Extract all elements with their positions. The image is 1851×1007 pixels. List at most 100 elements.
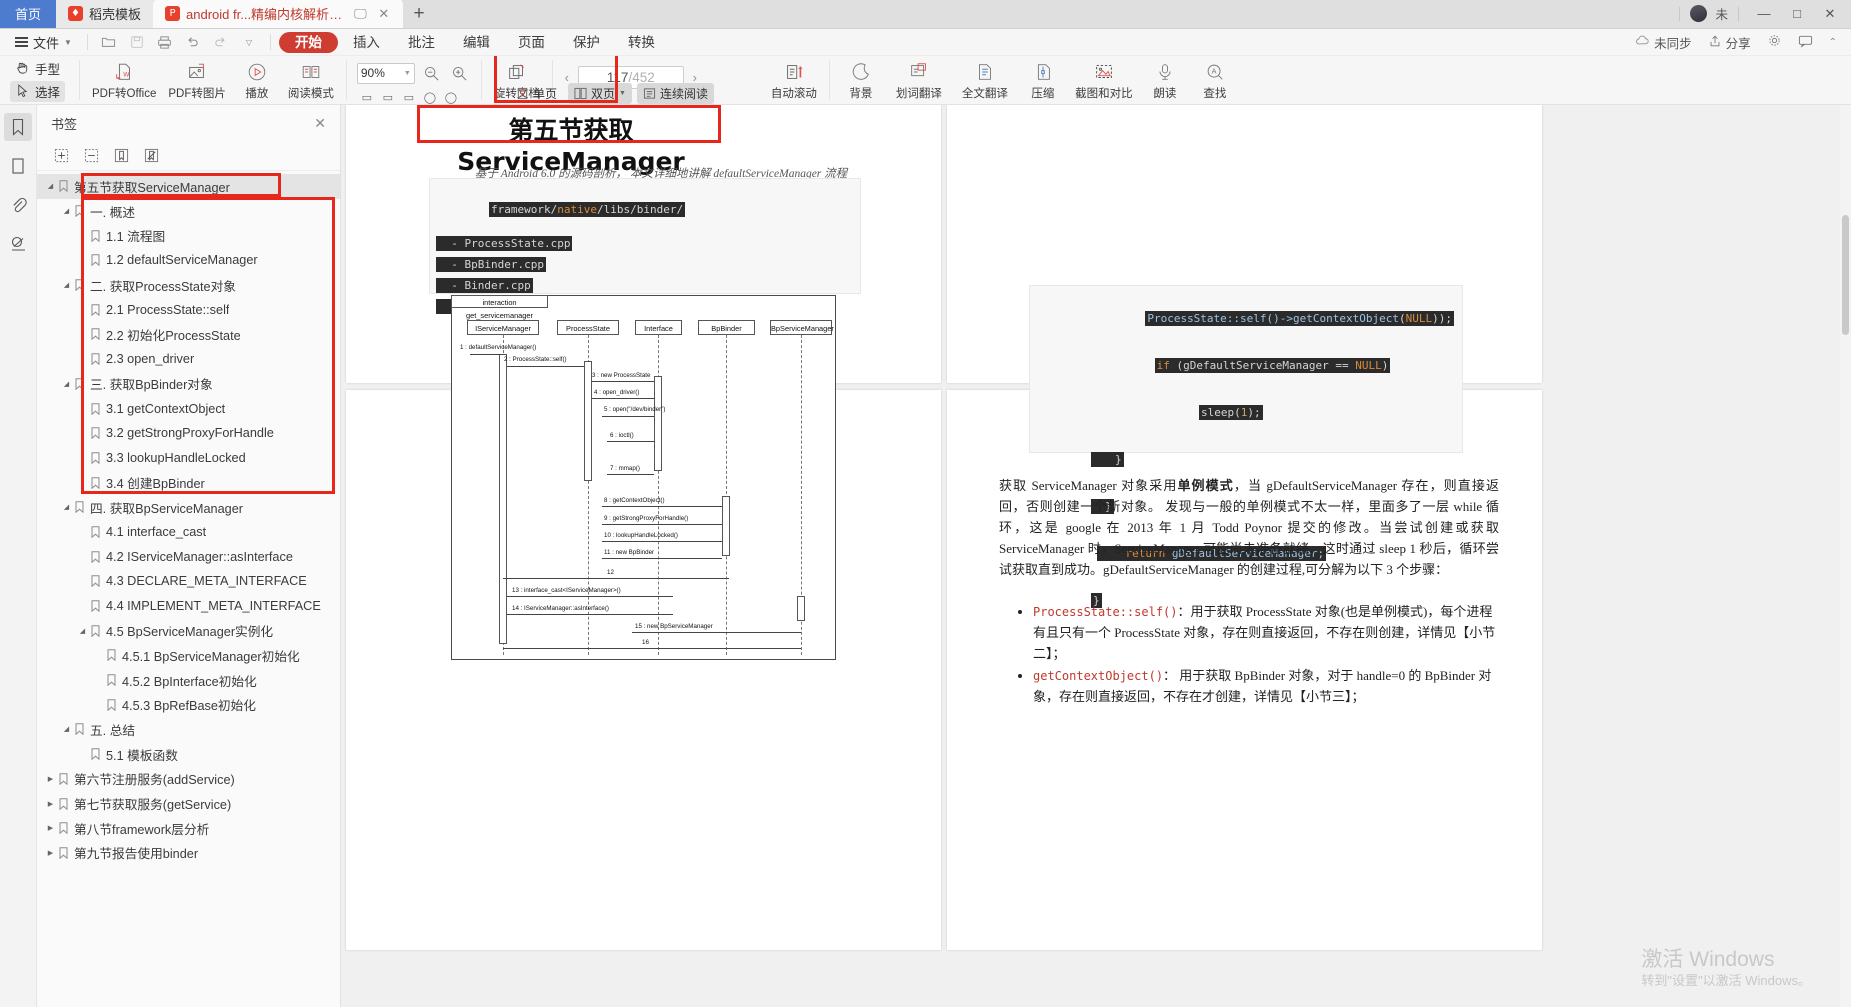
zoom-in-icon[interactable] [449,62,471,84]
actual-size-icon[interactable]: ▭ [399,88,419,105]
view-mode-double-page[interactable]: 双页 ▼ [568,83,632,104]
feedback-button[interactable] [1792,34,1819,51]
settings-button[interactable] [1761,33,1788,51]
bookmark-item[interactable]: 4.5.1 BpServiceManager初始化 [37,643,340,668]
bookmark-item[interactable]: 3.4 创建BpBinder [37,470,340,495]
avatar[interactable] [1690,5,1707,22]
share-button[interactable]: 分享 [1702,33,1757,52]
select-tool-button[interactable]: 选择 [10,81,65,102]
tab-present-icon[interactable]: 🖵 [353,6,367,22]
view-mode-single-page[interactable]: 单页 [510,83,563,104]
file-menu-button[interactable]: 文件 ▼ [8,31,79,53]
collapse-ribbon-button[interactable]: ⌃ [1823,37,1843,48]
chevron-right-icon[interactable]: ▶ [45,775,56,783]
chevron-down-icon[interactable]: ◢ [61,380,72,388]
vertical-scrollbar[interactable] [1840,105,1851,1007]
compress-button[interactable]: 压缩 [1018,56,1068,105]
bookmark-item[interactable]: 5.1 模板函数 [37,742,340,767]
bookmarks-tree[interactable]: ◢第五节获取ServiceManager◢一. 概述1.1 流程图1.2 def… [37,171,340,1007]
chevron-down-icon[interactable]: ◢ [77,627,88,635]
user-name-label[interactable]: 未 [1710,4,1728,23]
tab-dochub[interactable]: ♦ 稻壳模板 [56,0,153,28]
delete-bookmark-icon[interactable] [143,147,160,164]
add-bookmark-icon[interactable] [113,147,130,164]
pdf-to-image-button[interactable]: PDF转图片 [162,56,232,105]
rail-attachments-button[interactable] [4,191,32,219]
print-icon[interactable] [152,31,178,53]
undo-icon[interactable] [180,31,206,53]
read-mode-button[interactable]: 阅读模式 [282,56,340,105]
bookmark-item[interactable]: 3.1 getContextObject [37,396,340,421]
ribbon-tab-insert[interactable]: 插入 [340,32,393,53]
bookmark-item[interactable]: 4.5.3 BpRefBase初始化 [37,692,340,717]
ribbon-tab-edit[interactable]: 编辑 [450,32,503,53]
bookmark-item[interactable]: 2.3 open_driver [37,347,340,372]
bookmark-item[interactable]: 1.1 流程图 [37,223,340,248]
bookmark-item[interactable]: ◢四. 获取BpServiceManager [37,495,340,520]
chevron-right-icon[interactable]: ▶ [45,800,56,808]
fit-page-icon[interactable]: ▭ [357,88,377,105]
pdf-to-office-button[interactable]: W PDF转Office [86,56,162,105]
play-button[interactable]: 播放 [232,56,282,105]
zoom-level-combobox[interactable]: 90% ▼ [357,63,415,84]
zoom-in-small-icon[interactable]: ◯ [441,88,461,105]
hand-tool-button[interactable]: 手型 [10,58,65,79]
bookmark-item[interactable]: 2.1 ProcessState::self [37,297,340,322]
auto-scroll-button[interactable]: 自动滚动 [765,56,823,105]
collapse-all-icon[interactable] [83,147,100,164]
bookmark-item[interactable]: ▶第六节注册服务(addService) [37,767,340,792]
tab-pdf-document[interactable]: P android fr...精编内核解析.pdf 🖵 ✕ [153,0,403,28]
chevron-down-icon[interactable]: ◢ [61,725,72,733]
rail-thumbnails-button[interactable] [4,152,32,180]
ribbon-tab-start[interactable]: 开始 [279,32,338,53]
rail-bookmark-button[interactable] [4,113,32,141]
bookmark-item[interactable]: ◢二. 获取ProcessState对象 [37,273,340,298]
chevron-down-icon[interactable]: ◢ [61,207,72,215]
close-icon[interactable]: ✕ [314,115,326,132]
chevron-down-icon[interactable]: ◢ [61,281,72,289]
bookmark-item[interactable]: ◢三. 获取BpBinder对象 [37,372,340,397]
zoom-out-small-icon[interactable]: ◯ [420,88,440,105]
chevron-down-icon[interactable]: ◢ [61,503,72,511]
bookmark-item[interactable]: 1.2 defaultServiceManager [37,248,340,273]
bookmark-item[interactable]: ▶第七节获取服务(getService) [37,791,340,816]
bookmark-item[interactable]: 4.4 IMPLEMENT_META_INTERFACE [37,594,340,619]
fit-width-icon[interactable]: ▭ [378,88,398,105]
minimize-button[interactable]: — [1749,6,1779,21]
open-folder-icon[interactable] [96,31,122,53]
full-translate-button[interactable]: 全文翻译 [952,56,1018,105]
background-button[interactable]: 背景 [836,56,886,105]
bookmark-item[interactable]: 2.2 初始化ProcessState [37,322,340,347]
bookmark-item[interactable]: 4.3 DECLARE_META_INTERFACE [37,569,340,594]
bookmark-item[interactable]: ▶第九节报告使用binder [37,841,340,866]
bookmark-item[interactable]: ◢五. 总结 [37,717,340,742]
maximize-button[interactable]: □ [1782,6,1812,21]
redo-icon[interactable] [208,31,234,53]
bookmark-item[interactable]: 3.2 getStrongProxyForHandle [37,421,340,446]
ribbon-tab-protect[interactable]: 保护 [560,32,613,53]
ribbon-tab-convert[interactable]: 转换 [615,32,668,53]
screenshot-compare-button[interactable]: 截图和对比 [1068,56,1140,105]
chevron-down-icon[interactable]: ◢ [45,182,56,190]
read-aloud-button[interactable]: 朗读 [1140,56,1190,105]
expand-all-icon[interactable] [53,147,70,164]
bookmark-item[interactable]: ◢第五节获取ServiceManager [37,174,340,199]
bookmark-item[interactable]: 3.3 lookupHandleLocked [37,446,340,471]
scrollbar-thumb[interactable] [1842,215,1849,335]
bookmark-item[interactable]: ◢4.5 BpServiceManager实例化 [37,618,340,643]
new-tab-button[interactable]: + [403,0,435,28]
ribbon-tab-page[interactable]: 页面 [505,32,558,53]
cloud-sync-status[interactable]: 未同步 [1629,33,1698,52]
bookmark-item[interactable]: ◢一. 概述 [37,199,340,224]
rail-stamp-button[interactable] [4,230,32,258]
ribbon-tab-comment[interactable]: 批注 [395,32,448,53]
bookmark-item[interactable]: ▶第八节framework层分析 [37,816,340,841]
tab-close-icon[interactable]: ✕ [377,6,391,22]
save-icon[interactable] [124,31,150,53]
close-button[interactable]: ✕ [1815,6,1845,22]
find-button[interactable]: A 查找 [1190,56,1240,105]
chevron-right-icon[interactable]: ▶ [45,849,56,857]
view-mode-continuous-scroll[interactable]: 连续阅读 [637,83,714,104]
word-translate-button[interactable]: 划词翻译 [886,56,952,105]
bookmark-item[interactable]: 4.1 interface_cast [37,520,340,545]
